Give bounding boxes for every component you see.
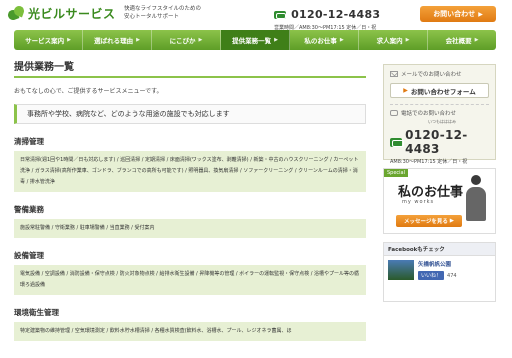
intro-text: おもてなしの心で、ご提供するサービスメニューです。 [14,88,163,95]
nav-label: にこぴか [169,37,196,45]
nav-item-services[interactable]: サービス案内 ▶ [14,30,83,50]
free-dial-icon [390,137,405,147]
form-button-label: お問い合わせフォーム [410,87,476,96]
mail-icon [390,71,398,77]
phone-ruby: いつもはははみ [428,119,456,124]
main-content: 提供業務一覧 おもてなしの心で、ご提供するサービスメニューです。 事務所や学校、… [14,58,366,341]
phone-contact-label: 電話でのお問い合わせ [390,109,489,117]
nav-item-recruit[interactable]: 求人案内 ▶ [359,30,428,50]
tagline-line-1: 快適なライフスタイルのための [124,6,202,12]
leaf-logo-icon [6,4,26,22]
divider [390,104,489,105]
phone-icon [390,110,398,116]
chevron-right-icon: ▶ [474,37,479,43]
section-title: 清掃管理 [14,137,44,146]
nav-item-service-list[interactable]: 提供業務一覧 ▶ [221,30,290,50]
nav-item-nikopika[interactable]: にこぴか ▶ [152,30,221,50]
contact-button[interactable]: お問い合わせ ▶ [420,6,496,22]
contact-form-button[interactable]: ▶ お問い合わせフォーム [390,83,489,98]
nav-label: サービス案内 [25,37,65,45]
facebook-like: いいね！ 474 [418,271,457,280]
section-body: 電気設備 / 空調設備 / 消防設備・保守点検 / 防火対象物点検 / 給排水衛… [14,265,366,295]
contact-button-label: お問い合わせ [433,10,476,18]
nav-label: 会社概要 [445,37,472,45]
section-body: 特定建築物の維持管理 / 空気環境測定 / 飲料水貯水槽清掃 / 各種水質検査(… [14,322,366,341]
section-title: 警備業務 [14,205,44,214]
sidebar-phone[interactable]: 0120-12-4483 [390,128,489,156]
sidebar: メールでのお問い合わせ ▶ お問い合わせフォーム 電話でのお問い合わせ いつもは… [383,64,496,302]
chevron-right-icon: ▶ [136,37,140,43]
worker-figure-icon [463,175,489,223]
facebook-widget: Facebookもチェック 矢橋帆帆公園 いいね！ 474 [383,242,496,302]
tagline-line-2: 安心トータルサポート [124,14,180,20]
site-logo[interactable]: 光ビルサービス [6,4,116,22]
chevron-right-icon: ▶ [198,37,203,43]
facebook-like-count: 474 [447,272,457,279]
chevron-right-icon: ▶ [405,37,410,43]
lead-box: 事務所や学校、病院など、どのような用途の施設でも対応します [14,104,366,124]
nav-label: 選ばれる理由 [94,37,134,45]
nav-item-reasons[interactable]: 選ばれる理由 ▶ [83,30,152,50]
facebook-page-thumbnail[interactable] [388,260,414,280]
facebook-header: Facebookもチェック [384,243,495,256]
phone-label-text: 電話でのお問い合わせ [401,111,457,117]
mail-label-text: メールでのお問い合わせ [401,72,462,78]
section-hygiene: 環境衛生管理 特定建築物の維持管理 / 空気環境測定 / 飲料水貯水槽清掃 / … [14,307,366,341]
facebook-like-button[interactable]: いいね！ [418,271,445,280]
global-nav: サービス案内 ▶ 選ばれる理由 ▶ にこぴか ▶ 提供業務一覧 ▶ 私のお仕事 ▶ 求人案… [14,30,496,50]
nav-item-company[interactable]: 会社概要 ▶ [428,30,496,50]
nav-label: 求人案内 [376,37,403,45]
message-button[interactable]: メッセージを見る ▶ [396,215,462,227]
facebook-page-name[interactable]: 矢橋帆帆公園 [418,260,457,268]
sidebar-phone-number: 0120-12-4483 [405,128,468,156]
message-button-label: メッセージを見る [403,219,448,225]
nav-label: 提供業務一覧 [232,37,272,45]
section-security: 警備業務 施設常駐警備 / 守衛業務 / 駐車場警備 / 当直業務 / 受付案内 [14,204,366,238]
special-banner[interactable]: Special 私のお仕事 my works メッセージを見る ▶ [383,168,496,234]
contact-box: メールでのお問い合わせ ▶ お問い合わせフォーム 電話でのお問い合わせ いつもは… [383,64,496,165]
section-facility: 設備管理 電気設備 / 空調設備 / 消防設備・保守点検 / 防火対象物点検 /… [14,250,366,295]
section-title: 設備管理 [14,251,44,260]
site-header: 光ビルサービス 快適なライフスタイルのための 安心トータルサポート 0120-1… [0,0,512,31]
facebook-page[interactable]: 矢橋帆帆公園 いいね！ 474 [384,256,495,284]
special-title: 私のお仕事 [398,185,464,200]
page-title: 提供業務一覧 [14,58,366,78]
nav-item-my-work[interactable]: 私のお仕事 ▶ [290,30,359,50]
mail-contact-label: メールでのお問い合わせ [390,70,489,78]
header-phone: 0120-12-4483 営業時間／AM8:30〜PM17:15 定休／日・祝 [274,4,380,31]
logo-text: 光ビルサービス [28,7,116,21]
header-phone-number: 0120-12-4483 [291,8,381,21]
section-cleaning: 清掃管理 日常清掃(週1回や1時間／日も対応します) / 巡回清掃 / 定期清掃… [14,136,366,192]
chevron-right-icon: ▶ [274,37,278,43]
free-dial-icon [274,10,286,19]
tagline: 快適なライフスタイルのための 安心トータルサポート [124,5,234,21]
special-tag: Special [384,169,409,177]
nav-label: 私のお仕事 [304,37,337,45]
section-body: 施設常駐警備 / 守衛業務 / 駐車場警備 / 当直業務 / 受付案内 [14,219,366,238]
section-body: 日常清掃(週1回や1時間／日も対応します) / 巡回清掃 / 定期清掃 / 床面… [14,151,366,192]
section-title: 環境衛生管理 [14,308,59,317]
special-subtitle: my works [402,199,435,205]
chevron-right-icon: ▶ [478,10,483,18]
chevron-right-icon: ▶ [403,87,408,94]
chevron-right-icon: ▶ [339,37,344,43]
chevron-right-icon: ▶ [67,37,71,43]
sidebar-phone-hours: AM8:30〜PM17:15 定休／日・祝 [390,159,468,165]
